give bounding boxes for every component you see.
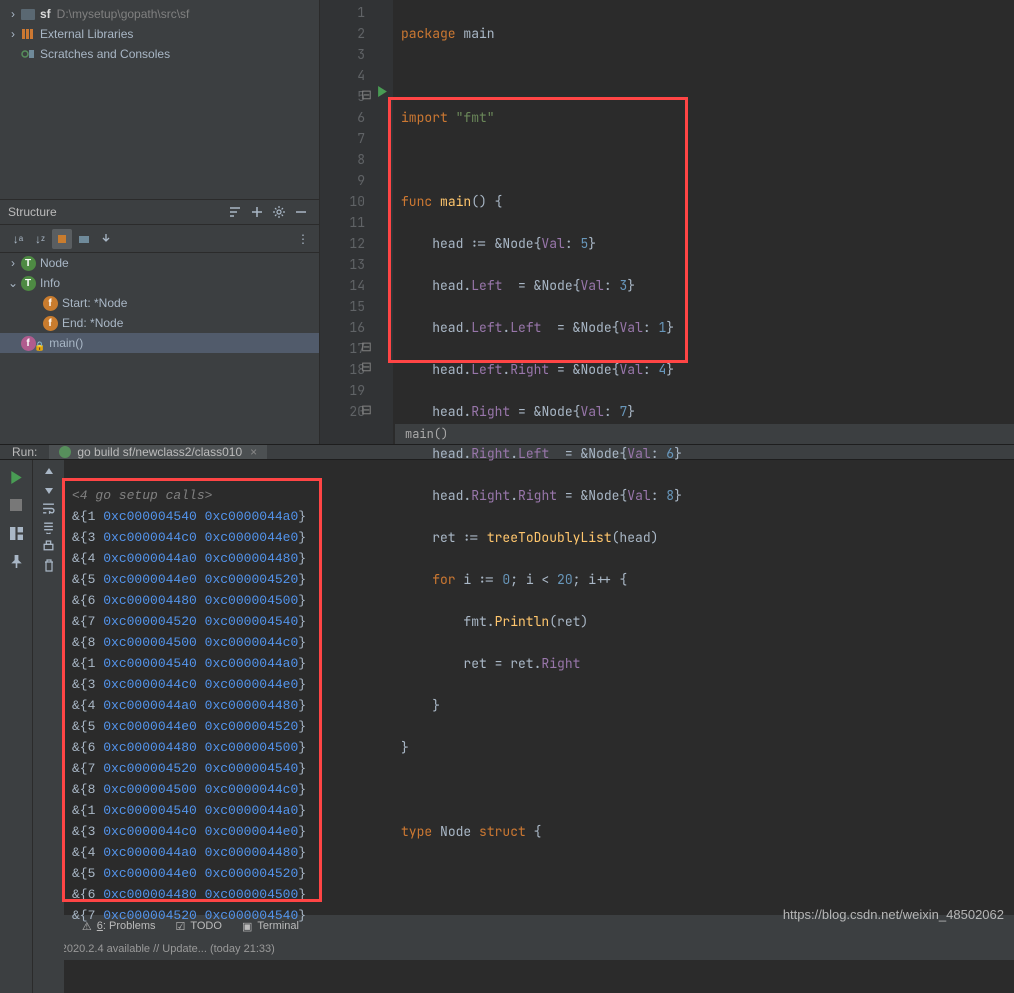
struct-info[interactable]: ⌄ T Info xyxy=(0,273,319,293)
field-icon: f xyxy=(42,295,58,311)
close-icon[interactable]: × xyxy=(250,445,257,459)
console-line: &{8 0xc000004500 0xc0000044c0} xyxy=(72,779,1006,800)
console-line: &{4 0xc0000044a0 0xc000004480} xyxy=(72,548,1006,569)
struct-field[interactable]: f End: *Node xyxy=(0,313,319,333)
run-toolbar-left xyxy=(0,460,32,993)
pin-icon[interactable] xyxy=(5,550,27,572)
lock-icon: 🔒 xyxy=(34,341,45,352)
code-editor[interactable]: 1234567891011121314151617181920 ⊟ ⊟ ⊟ ⊟ … xyxy=(320,0,1014,444)
fold-end-icon[interactable]: ⊟ xyxy=(361,358,373,370)
run-gutter-icon[interactable] xyxy=(377,86,389,98)
console-line: &{6 0xc000004480 0xc000004500} xyxy=(72,590,1006,611)
minimize-icon[interactable] xyxy=(291,202,311,222)
line-gutter: 1234567891011121314151617181920 xyxy=(320,0,375,444)
console-line: &{1 0xc000004540 0xc0000044a0} xyxy=(72,800,1006,821)
structure-title: Structure xyxy=(8,205,223,219)
external-libraries[interactable]: › External Libraries xyxy=(0,24,319,44)
struct-label: Info xyxy=(40,276,60,290)
console-line: &{7 0xc000004520 0xc000004540} xyxy=(72,611,1006,632)
console-line: &{4 0xc0000044a0 0xc000004480} xyxy=(72,842,1006,863)
tree-item-label: External Libraries xyxy=(40,27,133,41)
console-line: &{8 0xc000004500 0xc0000044c0} xyxy=(72,632,1006,653)
console-line: &{3 0xc0000044c0 0xc0000044e0} xyxy=(72,527,1006,548)
console-line: &{1 0xc000004540 0xc0000044a0} xyxy=(72,653,1006,674)
autoscroll-icon[interactable] xyxy=(96,229,116,249)
bug-icon xyxy=(59,446,71,458)
project-tree: › sf D:\mysetup\gopath\src\sf › External… xyxy=(0,0,319,199)
chevron-down-icon[interactable]: ⌄ xyxy=(6,276,20,290)
code-area[interactable]: package main import "fmt" func main() { … xyxy=(393,0,1014,444)
expand-icon[interactable] xyxy=(247,202,267,222)
folder-icon xyxy=(20,6,36,22)
struct-main[interactable]: f 🔒 main() xyxy=(0,333,319,353)
tree-item-label: Scratches and Consoles xyxy=(40,47,170,61)
structure-toolbar: ↓a ↓z ⋮ xyxy=(0,225,319,253)
breadcrumb[interactable]: main() xyxy=(395,424,1014,444)
more-icon[interactable]: ⋮ xyxy=(293,229,313,249)
sort-alpha-icon[interactable]: ↓a xyxy=(8,229,28,249)
type-icon: T xyxy=(20,255,36,271)
console-line: &{5 0xc0000044e0 0xc000004520} xyxy=(72,569,1006,590)
run-toolbar-left2 xyxy=(32,460,64,993)
watermark: https://blog.csdn.net/weixin_48502062 xyxy=(783,907,1004,922)
folder-icon[interactable] xyxy=(74,229,94,249)
chevron-right-icon[interactable]: › xyxy=(6,256,20,270)
fold-text[interactable]: <4 go setup calls> xyxy=(72,488,212,503)
console-line: &{1 0xc000004540 0xc0000044a0} xyxy=(72,506,1006,527)
chevron-right-icon[interactable]: › xyxy=(6,27,20,41)
console-line: &{5 0xc0000044e0 0xc000004520} xyxy=(72,716,1006,737)
project-name: sf xyxy=(40,7,51,21)
run-tab[interactable]: go build sf/newclass2/class010 × xyxy=(49,445,267,459)
fold-icon[interactable]: ⊟ xyxy=(361,401,373,413)
run-tab-label: go build sf/newclass2/class010 xyxy=(77,445,242,459)
sort-type-icon[interactable]: ↓z xyxy=(30,229,50,249)
console-line: &{3 0xc0000044c0 0xc0000044e0} xyxy=(72,674,1006,695)
project-path: D:\mysetup\gopath\src\sf xyxy=(57,7,190,21)
project-root[interactable]: › sf D:\mysetup\gopath\src\sf xyxy=(0,4,319,24)
struct-field[interactable]: f Start: *Node xyxy=(0,293,319,313)
editor-marks: ⊟ ⊟ ⊟ ⊟ xyxy=(375,0,393,444)
rerun-icon[interactable] xyxy=(5,466,27,488)
type-icon: T xyxy=(20,275,36,291)
console-line: &{3 0xc0000044c0 0xc0000044e0} xyxy=(72,821,1006,842)
chevron-right-icon[interactable]: › xyxy=(6,7,20,21)
console-line: &{4 0xc0000044a0 0xc000004480} xyxy=(72,695,1006,716)
scroll-icon[interactable] xyxy=(42,521,55,534)
console-line: &{6 0xc000004480 0xc000004500} xyxy=(72,884,1006,905)
run-label: Run: xyxy=(0,445,49,459)
struct-node[interactable]: › T Node xyxy=(0,253,319,273)
fold-icon[interactable]: ⊟ xyxy=(361,86,373,98)
scratch-icon xyxy=(20,46,36,62)
field-icon: f xyxy=(42,315,58,331)
print-icon[interactable] xyxy=(42,540,55,553)
structure-tree: › T Node ⌄ T Info f Start: *Node f End: … xyxy=(0,253,319,444)
sort-icon[interactable] xyxy=(225,202,245,222)
trash-icon[interactable] xyxy=(43,559,55,572)
fold-icon[interactable]: ⊟ xyxy=(361,338,373,350)
struct-label: Start: *Node xyxy=(62,296,127,310)
filter-field-icon[interactable] xyxy=(52,229,72,249)
struct-label: Node xyxy=(40,256,69,270)
struct-label: End: *Node xyxy=(62,316,123,330)
struct-label: main() xyxy=(49,336,83,350)
library-icon xyxy=(20,26,36,42)
stop-icon[interactable] xyxy=(5,494,27,516)
gear-icon[interactable] xyxy=(269,202,289,222)
console-line: &{6 0xc000004480 0xc000004500} xyxy=(72,737,1006,758)
wrap-icon[interactable] xyxy=(42,502,55,515)
layout-icon[interactable] xyxy=(5,522,27,544)
console-line: &{5 0xc0000044e0 0xc000004520} xyxy=(72,863,1006,884)
structure-header: Structure xyxy=(0,199,319,225)
console-line: &{7 0xc000004520 0xc000004540} xyxy=(72,758,1006,779)
up-icon[interactable] xyxy=(43,466,55,478)
down-icon[interactable] xyxy=(43,484,55,496)
scratches[interactable]: Scratches and Consoles xyxy=(0,44,319,64)
